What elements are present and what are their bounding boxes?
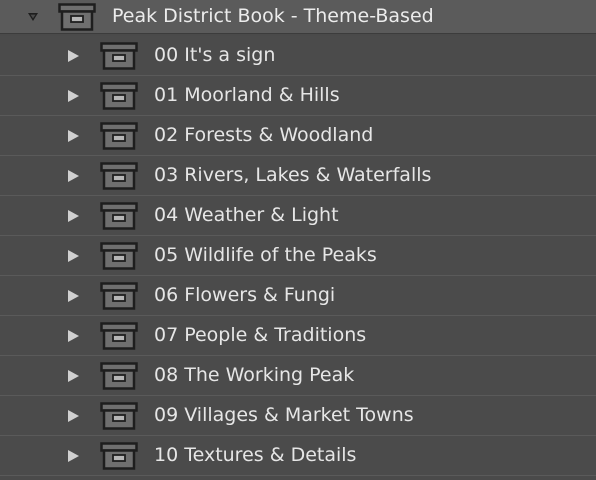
disclosure-triangle-collapsed-icon[interactable] bbox=[66, 329, 80, 343]
disclosure-triangle-collapsed-icon[interactable] bbox=[66, 209, 80, 223]
collection-set-icon bbox=[58, 2, 96, 31]
collection-set-name: Peak District Book - Theme-Based bbox=[112, 5, 434, 27]
collection-set-icon bbox=[100, 441, 138, 470]
collection-set-row[interactable]: 00 It's a sign bbox=[0, 36, 596, 76]
disclosure-triangle-collapsed-icon[interactable] bbox=[66, 129, 80, 143]
collection-set-icon bbox=[100, 81, 138, 110]
collection-set-icon bbox=[100, 281, 138, 310]
collection-set-row[interactable]: 04 Weather & Light bbox=[0, 196, 596, 236]
disclosure-triangle-collapsed-icon[interactable] bbox=[66, 89, 80, 103]
collection-set-name: 05 Wildlife of the Peaks bbox=[154, 244, 377, 266]
disclosure-triangle-collapsed-icon[interactable] bbox=[66, 449, 80, 463]
collection-set-icon bbox=[100, 161, 138, 190]
collection-set-icon bbox=[100, 321, 138, 350]
collection-set-icon bbox=[100, 361, 138, 390]
disclosure-triangle-collapsed-icon[interactable] bbox=[66, 409, 80, 423]
disclosure-triangle-collapsed-icon[interactable] bbox=[66, 249, 80, 263]
collection-set-icon bbox=[100, 201, 138, 230]
collection-set-name: 01 Moorland & Hills bbox=[154, 84, 340, 106]
collection-set-row[interactable]: 10 Textures & Details bbox=[0, 436, 596, 476]
collection-set-name: 04 Weather & Light bbox=[154, 204, 339, 226]
collection-set-name: 10 Textures & Details bbox=[154, 444, 357, 466]
collection-set-row[interactable]: 07 People & Traditions bbox=[0, 316, 596, 356]
collection-set-name: 08 The Working Peak bbox=[154, 364, 355, 386]
collection-set-name: 06 Flowers & Fungi bbox=[154, 284, 336, 306]
collection-set-icon bbox=[100, 241, 138, 270]
disclosure-triangle-collapsed-icon[interactable] bbox=[66, 289, 80, 303]
collection-set-row[interactable]: 09 Villages & Market Towns bbox=[0, 396, 596, 436]
collection-set-name: 09 Villages & Market Towns bbox=[154, 404, 414, 426]
collection-set-row-peak-district-book[interactable]: Peak District Book - Theme-Based bbox=[0, 0, 596, 34]
disclosure-triangle-collapsed-icon[interactable] bbox=[66, 169, 80, 183]
collection-set-row[interactable]: 06 Flowers & Fungi bbox=[0, 276, 596, 316]
collection-set-icon bbox=[100, 401, 138, 430]
collection-set-icon bbox=[100, 121, 138, 150]
collection-set-row[interactable]: 01 Moorland & Hills bbox=[0, 76, 596, 116]
collection-set-row[interactable]: 05 Wildlife of the Peaks bbox=[0, 236, 596, 276]
collection-set-name: 03 Rivers, Lakes & Waterfalls bbox=[154, 164, 432, 186]
disclosure-triangle-collapsed-icon[interactable] bbox=[66, 369, 80, 383]
disclosure-triangle-collapsed-icon[interactable] bbox=[66, 49, 80, 63]
collection-set-name: 07 People & Traditions bbox=[154, 324, 367, 346]
collection-set-row[interactable]: 08 The Working Peak bbox=[0, 356, 596, 396]
collection-set-row[interactable]: 03 Rivers, Lakes & Waterfalls bbox=[0, 156, 596, 196]
collection-set-icon bbox=[100, 41, 138, 70]
collections-tree: Peak District Book - Theme-Based 00 It's… bbox=[0, 0, 596, 480]
collection-set-name: 02 Forests & Woodland bbox=[154, 124, 374, 146]
collection-set-row[interactable]: 02 Forests & Woodland bbox=[0, 116, 596, 156]
disclosure-triangle-expanded-icon[interactable] bbox=[26, 10, 40, 24]
collection-set-name: 00 It's a sign bbox=[154, 44, 276, 66]
